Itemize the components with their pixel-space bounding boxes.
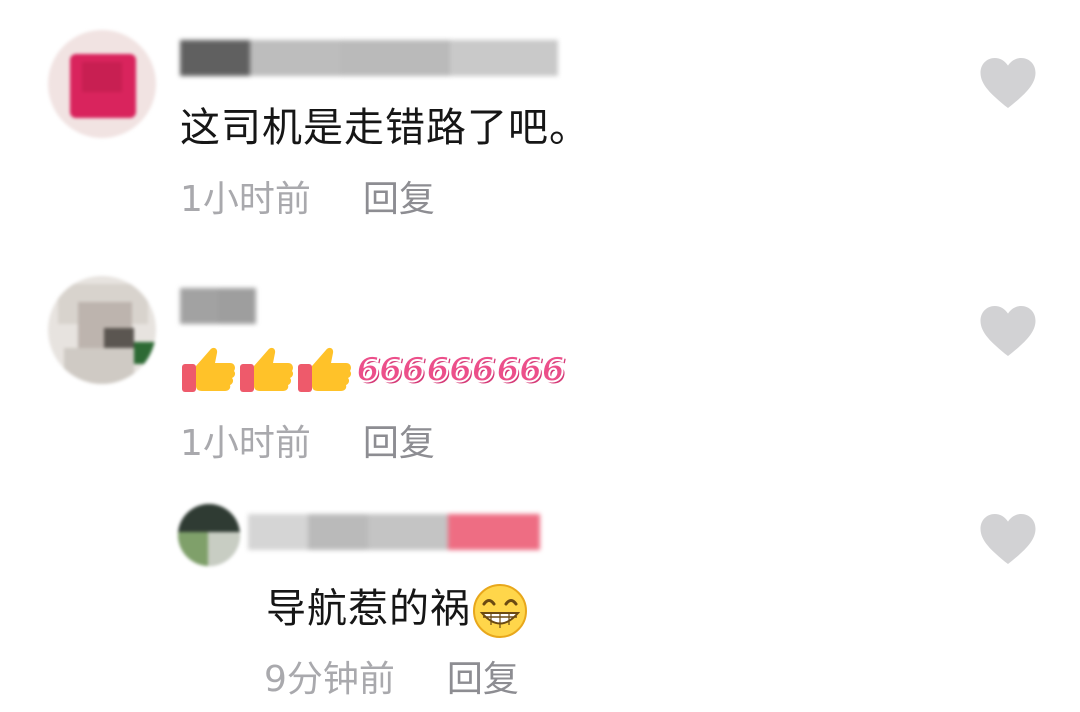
comment-time: 1小时前 — [180, 179, 311, 220]
reply-button[interactable]: 回复 — [363, 423, 435, 464]
comment-time: 9分钟前 — [264, 659, 395, 700]
comment-meta: 9分钟前 回复 — [264, 660, 519, 700]
grinning-face-icon — [473, 584, 527, 638]
comment-3-reply: 导航惹的祸 9分钟前 回复 — [0, 480, 1080, 712]
sticker-666: 666 — [425, 349, 496, 391]
like-heart-icon[interactable] — [978, 512, 1038, 566]
username-redacted[interactable] — [180, 40, 558, 76]
username-redacted[interactable] — [248, 514, 540, 550]
like-heart-icon[interactable] — [978, 56, 1038, 110]
comment-time: 1小时前 — [180, 423, 311, 464]
comment-1: 这司机是走错路了吧。 1小时前 回复 — [0, 0, 1080, 240]
thumbs-up-icon — [240, 347, 294, 392]
avatar[interactable] — [178, 504, 240, 566]
sticker-666: 666 — [355, 349, 426, 391]
comment-2: 666 666 666 1小时前 回复 — [0, 240, 1080, 480]
sticker-666: 666 — [495, 349, 566, 391]
username-redacted[interactable] — [180, 288, 256, 324]
thumbs-up-icon — [298, 347, 352, 392]
avatar[interactable] — [48, 30, 156, 138]
reply-button[interactable]: 回复 — [363, 179, 435, 220]
like-heart-icon[interactable] — [978, 304, 1038, 358]
avatar[interactable] — [48, 276, 156, 384]
comment-meta: 1小时前 回复 — [180, 424, 435, 464]
comment-text: 导航惹的祸 — [266, 582, 529, 640]
reply-button[interactable]: 回复 — [447, 659, 519, 700]
comment-meta: 1小时前 回复 — [180, 180, 435, 220]
thumbs-up-icon — [182, 347, 236, 392]
comment-text: 这司机是走错路了吧。 — [180, 105, 590, 151]
emoji-row: 666 666 666 — [180, 344, 566, 396]
comment-text-content: 导航惹的祸 — [266, 586, 471, 632]
